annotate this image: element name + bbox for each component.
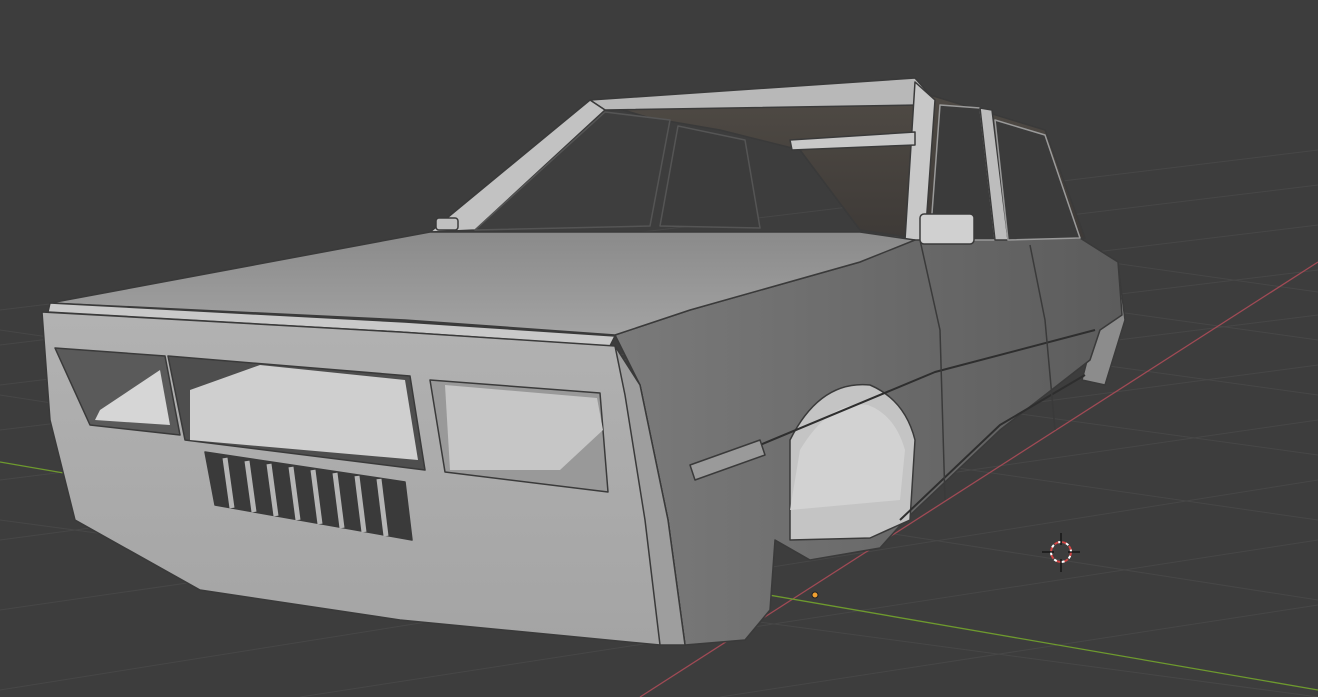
3d-viewport[interactable] [0, 0, 1318, 697]
left-mirror [435, 217, 459, 231]
car-body-mesh[interactable] [41, 77, 1126, 646]
windshield-opening-2 [659, 125, 761, 229]
3d-cursor-icon[interactable] [1042, 533, 1080, 572]
roof-rail [589, 77, 931, 111]
object-origin-icon[interactable] [811, 591, 819, 599]
side-mirror [919, 213, 975, 245]
